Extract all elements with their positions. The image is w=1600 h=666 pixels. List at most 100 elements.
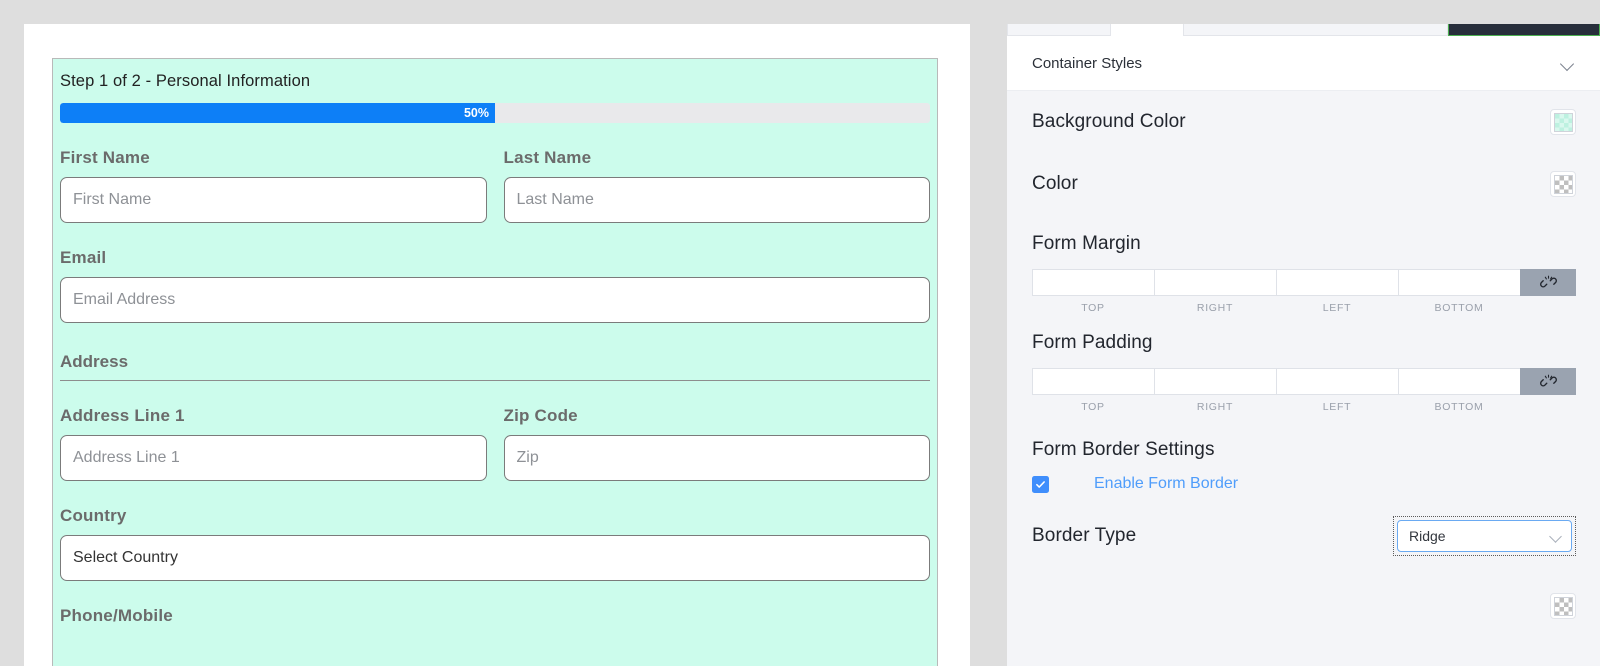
form-padding-left-label: LEFT: [1322, 401, 1352, 413]
first-name-field-group: First Name: [60, 148, 487, 223]
address-section-heading: Address: [60, 352, 930, 382]
checkmark-icon: [1036, 480, 1045, 488]
tab-stub-dark[interactable]: [1448, 24, 1600, 36]
form-padding-bottom-cell: BOTTOM: [1398, 368, 1520, 413]
address-line-1-input[interactable]: [60, 434, 487, 481]
form-margin-right-label: RIGHT: [1196, 302, 1234, 314]
zip-code-input[interactable]: [503, 434, 930, 481]
country-label: Country: [60, 505, 127, 525]
name-field-row: First Name Last Name: [60, 148, 930, 223]
form-border-settings-group: Form Border Settings Enable Form Border: [1032, 439, 1576, 493]
form-margin-top-cell: TOP: [1032, 269, 1154, 314]
form-margin-top-label: TOP: [1081, 302, 1105, 314]
zip-code-field-group: Zip Code: [503, 406, 930, 481]
form-padding-title: Form Padding: [1032, 332, 1153, 353]
form-margin-bottom-label: BOTTOM: [1434, 302, 1484, 314]
enable-form-border-label[interactable]: Enable Form Border: [1094, 475, 1238, 493]
country-select-value: Select Country: [73, 548, 178, 566]
settings-panel: Container Styles Background Color Color …: [1007, 24, 1600, 666]
form-padding-group: Form Padding TOP RIGHT LEFT BOTTOM: [1032, 332, 1576, 413]
form-padding-right-label: RIGHT: [1196, 401, 1234, 413]
form-padding-left-input[interactable]: [1276, 368, 1398, 395]
chevron-down-icon[interactable]: [1561, 59, 1576, 68]
tab-strip: [1007, 24, 1600, 36]
form-margin-bottom-input[interactable]: [1398, 269, 1520, 296]
country-select[interactable]: Select Country: [60, 534, 930, 581]
form-padding-bottom-input[interactable]: [1398, 368, 1520, 395]
background-color-label: Background Color: [1032, 111, 1186, 132]
country-field-row: Country Select Country: [60, 505, 930, 581]
enable-form-border-checkbox[interactable]: [1032, 475, 1049, 493]
border-type-row: Border Type Ridge: [1032, 501, 1576, 571]
settings-body: Background Color Color Form Margin TOP R…: [1007, 91, 1600, 619]
tab-stub-active[interactable]: [1111, 24, 1183, 36]
form-margin-top-input[interactable]: [1032, 269, 1154, 296]
last-name-field-group: Last Name: [503, 148, 930, 223]
phone-field-row: Phone/Mobile: [60, 605, 930, 635]
first-name-input[interactable]: [60, 176, 487, 223]
email-field-group: Email: [60, 247, 930, 323]
form-margin-right-input[interactable]: [1154, 269, 1276, 296]
form-margin-inputs: TOP RIGHT LEFT BOTTOM: [1032, 269, 1576, 314]
enable-form-border-row[interactable]: Enable Form Border: [1032, 475, 1576, 493]
form-container: Step 1 of 2 - Personal Information 50% F…: [52, 58, 938, 666]
form-padding-right-cell: RIGHT: [1154, 368, 1276, 413]
form-margin-left-label: LEFT: [1322, 302, 1352, 314]
form-margin-bottom-cell: BOTTOM: [1398, 269, 1520, 314]
container-styles-title: Container Styles: [1032, 54, 1143, 72]
first-name-label: First Name: [60, 148, 150, 168]
form-fields: First Name Last Name Email Address Addre…: [53, 148, 937, 635]
color-row: Color: [1032, 153, 1576, 215]
background-color-swatch-button[interactable]: [1550, 109, 1576, 135]
form-padding-bottom-label: BOTTOM: [1434, 401, 1484, 413]
last-name-label: Last Name: [503, 148, 592, 168]
address-line-1-field-group: Address Line 1: [60, 407, 487, 481]
email-field-row: Email: [60, 247, 930, 323]
color-swatch-transparent-icon: [1553, 174, 1573, 194]
form-margin-title: Form Margin: [1032, 233, 1141, 254]
address-field-row: Address Line 1 Zip Code: [60, 407, 930, 481]
border-color-swatch-button[interactable]: [1550, 593, 1576, 619]
form-padding-top-cell: TOP: [1032, 368, 1154, 413]
progress-bar-track: 50%: [60, 103, 930, 124]
container-styles-header[interactable]: Container Styles: [1007, 36, 1600, 91]
form-border-settings-title: Form Border Settings: [1032, 439, 1215, 460]
color-swatch-button[interactable]: [1550, 171, 1576, 197]
bottom-swatch-row: [1032, 571, 1576, 619]
form-padding-top-input[interactable]: [1032, 368, 1154, 395]
email-input[interactable]: [60, 276, 930, 323]
broken-link-icon: [1539, 374, 1557, 387]
tab-stub-3[interactable]: [1183, 24, 1448, 36]
form-padding-left-cell: LEFT: [1276, 368, 1398, 413]
zip-code-label: Zip Code: [503, 406, 578, 426]
form-margin-right-cell: RIGHT: [1154, 269, 1276, 314]
form-padding-inputs: TOP RIGHT LEFT BOTTOM: [1032, 368, 1576, 413]
form-margin-left-cell: LEFT: [1276, 269, 1398, 314]
email-label: Email: [60, 247, 107, 267]
color-label: Color: [1032, 173, 1078, 194]
phone-label: Phone/Mobile: [60, 605, 173, 625]
background-color-row: Background Color: [1032, 91, 1576, 153]
step-heading: Step 1 of 2 - Personal Information: [60, 72, 311, 90]
border-type-select-value: Ridge: [1409, 528, 1446, 544]
address-line-1-label: Address Line 1: [60, 406, 185, 426]
tab-stub-1[interactable]: [1007, 24, 1111, 36]
form-margin-left-input[interactable]: [1276, 269, 1398, 296]
form-preview-panel: Step 1 of 2 - Personal Information 50% F…: [24, 24, 970, 666]
progress-bar-label: 50%: [463, 106, 489, 121]
form-margin-group: Form Margin TOP RIGHT LEFT BOTTOM: [1032, 233, 1576, 314]
form-padding-link-toggle[interactable]: [1520, 368, 1576, 395]
border-type-label: Border Type: [1032, 525, 1137, 546]
country-field-group: Country Select Country: [60, 505, 930, 581]
form-padding-top-label: TOP: [1081, 401, 1105, 413]
form-margin-link-toggle[interactable]: [1520, 269, 1576, 296]
border-type-select[interactable]: Ridge: [1397, 520, 1572, 552]
progress-bar-fill: 50%: [60, 103, 495, 124]
phone-field-group: Phone/Mobile: [60, 605, 930, 635]
form-padding-right-input[interactable]: [1154, 368, 1276, 395]
color-swatch-transparent-icon: [1553, 596, 1573, 616]
border-type-select-wrapper[interactable]: Ridge: [1393, 516, 1576, 556]
color-swatch-mint-icon: [1553, 112, 1573, 132]
broken-link-icon: [1539, 275, 1557, 288]
last-name-input[interactable]: [503, 176, 930, 223]
